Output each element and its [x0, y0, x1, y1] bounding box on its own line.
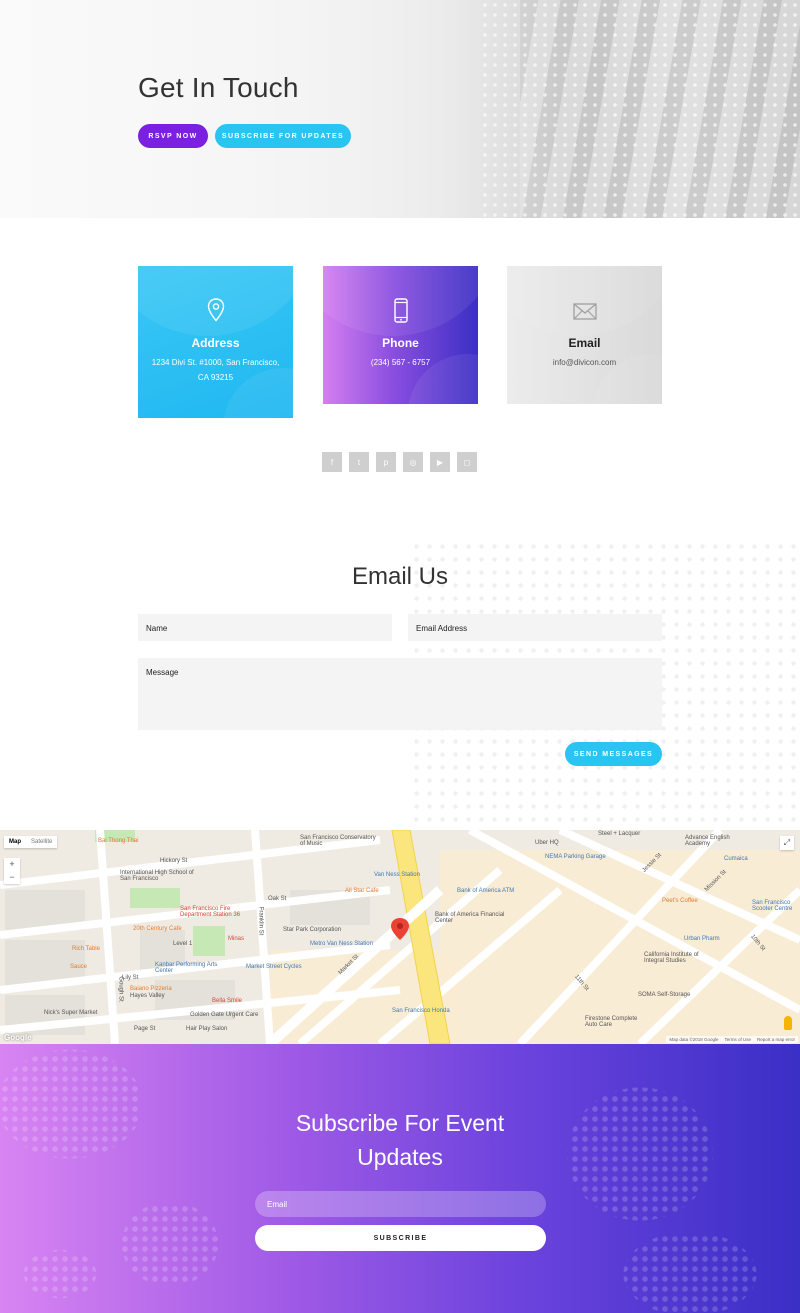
email-us-title: Email Us	[351, 563, 448, 590]
phone-icon	[323, 298, 478, 324]
email-card: Email info@divicon.com	[507, 266, 662, 404]
rsvp-button[interactable]: RSVP NOW	[138, 124, 208, 148]
map-label: Minas	[228, 936, 245, 942]
map-label: Gough St	[117, 976, 124, 1002]
zoom-out-button[interactable]: −	[4, 871, 20, 884]
map[interactable]: Map Satellite + − ⤢ Bai Thong Thai San F…	[0, 830, 800, 1044]
map-attribution: Map data ©2018 Google Terms of Use Repor…	[666, 1036, 798, 1043]
twitter-icon[interactable]: t	[349, 452, 369, 472]
world-map-dots	[0, 1044, 800, 1313]
map-label: Market Street Cycles	[246, 964, 302, 970]
map-label: Firestone Complete Auto Care	[585, 1016, 638, 1028]
map-label: SOMA Self-Storage	[638, 992, 691, 998]
zoom-control: + −	[4, 858, 20, 884]
map-label: Cumaica	[724, 856, 748, 862]
pinterest-icon[interactable]: p	[376, 452, 396, 472]
map-label: Page St	[134, 1026, 156, 1032]
pegman-icon[interactable]	[784, 1016, 792, 1030]
map-label: Bai Thong Thai	[98, 838, 139, 844]
subscribe-email-input[interactable]: Email	[255, 1191, 546, 1217]
map-label: Van Ness Station	[374, 872, 420, 878]
zoom-in-button[interactable]: +	[4, 858, 20, 871]
map-label: Uber HQ	[535, 840, 559, 846]
map-label: Peet's Coffee	[662, 898, 698, 904]
map-label: Steel + Lacquer	[598, 831, 641, 837]
phone-card: Phone (234) 567 - 6757	[323, 266, 478, 404]
map-label: Franklin St	[257, 906, 264, 936]
map-label: Nick's Super Market	[44, 1010, 98, 1016]
map-label: California Institute of Integral Studies	[644, 952, 699, 964]
address-card: Address 1234 Divi St. #1000, San Francis…	[138, 266, 293, 418]
email-text[interactable]: info@divicon.com	[517, 355, 652, 370]
map-label: San Francisco Fire Department Station 36	[180, 906, 241, 918]
google-logo: Google	[4, 1033, 32, 1042]
map-label: San Francisco Honda	[392, 1008, 450, 1014]
message-field[interactable]: Message	[138, 658, 662, 730]
map-pin-icon	[138, 298, 293, 324]
map-label: Bank of America Financial Center	[435, 912, 505, 924]
map-label: Level 1	[173, 941, 193, 947]
hero-title: Get In Touch	[138, 72, 299, 103]
map-label: All Star Cafe	[345, 888, 379, 894]
map-label: International High School of San Francis…	[120, 870, 194, 882]
map-label: San Francisco Scooter Centre	[752, 900, 793, 912]
send-messages-button[interactable]: SEND MESSAGES	[565, 742, 662, 766]
email-address-field[interactable]: Email Address	[408, 614, 662, 641]
subscribe-button[interactable]: SUBSCRIBE	[255, 1225, 546, 1251]
map-label: Kanbar Performing Arts Center	[155, 962, 218, 974]
facebook-icon[interactable]: f	[322, 452, 342, 472]
instagram-icon[interactable]: ◻	[457, 452, 477, 472]
map-label: Hair Play Salon	[186, 1026, 228, 1032]
name-field[interactable]: Name	[138, 614, 392, 641]
map-label: Oak St	[268, 896, 287, 902]
map-label: Bella Smile	[212, 998, 243, 1004]
dribbble-icon[interactable]: ◎	[403, 452, 423, 472]
map-label: NEMA Parking Garage	[545, 854, 606, 860]
map-type-control: Map Satellite	[4, 836, 58, 848]
phone-text[interactable]: (234) 567 - 6757	[333, 355, 468, 370]
envelope-icon	[507, 298, 662, 324]
map-label: Star Park Corporation	[283, 927, 342, 933]
subscribe-updates-button[interactable]: SUBSCRIBE FOR UPDATES	[215, 124, 351, 148]
map-label: Rich Table	[72, 946, 100, 952]
map-label: Bank of America ATM	[457, 888, 515, 894]
map-label: Advance English Academy	[685, 835, 730, 847]
map-type-map[interactable]: Map	[4, 836, 26, 848]
subscribe-title: Subscribe For Event Updates	[295, 1110, 505, 1170]
fullscreen-icon[interactable]: ⤢	[780, 836, 794, 850]
map-label: San Francisco Conservatory of Music	[300, 835, 376, 847]
map-type-satellite[interactable]: Satellite	[26, 836, 57, 848]
map-label: Metro Van Ness Station	[310, 941, 373, 947]
email-title: Email	[568, 336, 601, 350]
subscribe-section: Subscribe For Event Updates Email SUBSCR…	[0, 1044, 800, 1313]
map-label: Urban Pharm	[684, 936, 720, 942]
phone-title: Phone	[382, 336, 419, 350]
address-title: Address	[191, 336, 240, 350]
map-label: Sauce	[70, 964, 88, 970]
social-icons: f t p ◎ ▶ ◻	[322, 452, 477, 472]
address-text: 1234 Divi St. #1000, San Francisco, CA 9…	[151, 358, 280, 382]
youtube-icon[interactable]: ▶	[430, 452, 450, 472]
map-label: Golden Gate Urgent Care	[190, 1012, 259, 1018]
map-label: 20th Century Cafe	[133, 926, 182, 932]
map-label: Hayes Valley	[130, 993, 165, 999]
map-label: Baiano Pizzeria	[130, 986, 172, 992]
map-label: Hickory St	[160, 858, 188, 864]
map-label: Lily St	[122, 975, 139, 981]
hero-section: Get In Touch RSVP NOW SUBSCRIBE FOR UPDA…	[0, 0, 800, 218]
